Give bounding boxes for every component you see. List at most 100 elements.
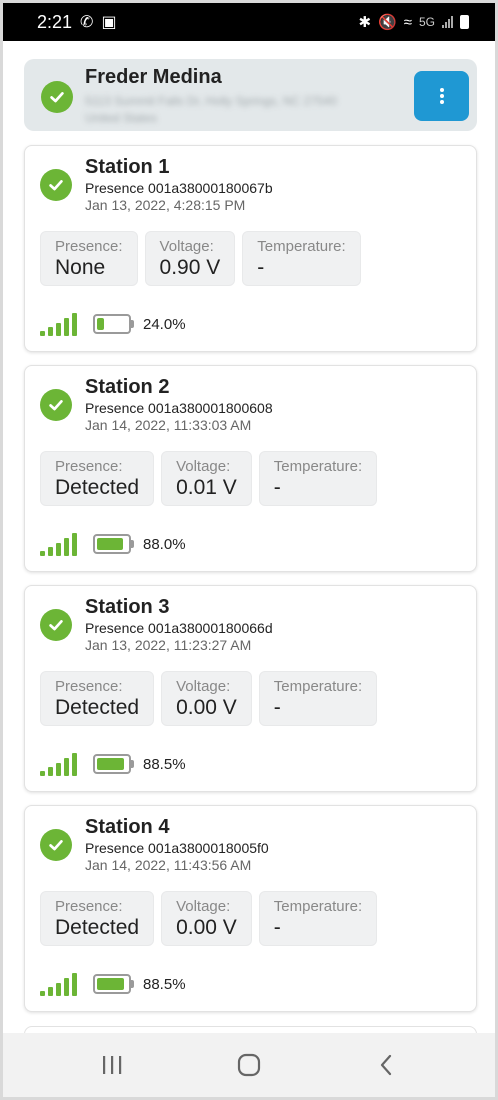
- readings-row: Presence: Detected Voltage: 0.00 V Temperatu…: [40, 671, 378, 726]
- reading-label: Presence:: [55, 238, 123, 255]
- back-icon: [381, 1054, 392, 1076]
- reading-value: Detected: [55, 476, 140, 499]
- phone-screen: 2:21 ✆ ▣ ✱ 🔇 ≈ 5G Freder Medina 5113 Sum…: [3, 3, 495, 1097]
- reading-box: Temperature: -: [258, 451, 378, 506]
- more-vertical-icon: [439, 88, 444, 104]
- station-footer: 24.0%: [40, 312, 186, 336]
- station-card[interactable]: Station 2 Presence 001a380001800608 Jan 14…: [24, 365, 477, 572]
- station-sensor-id: Presence 001a38000180066d: [85, 620, 273, 636]
- whatsapp-icon: ✆: [80, 14, 94, 31]
- battery-icon: [93, 754, 131, 774]
- more-options-button[interactable]: [414, 71, 469, 121]
- station-card[interactable]: Station 1 Presence 001a38000180067b Jan 13…: [24, 145, 477, 352]
- signal-strength-icon: [40, 972, 77, 996]
- station-sensor-id: Presence 001a380001800608: [85, 400, 273, 416]
- signal-strength-icon: [40, 312, 77, 336]
- reading-value: Detected: [55, 916, 140, 939]
- station-title: Station 2: [85, 376, 170, 398]
- station-footer: 88.5%: [40, 752, 186, 776]
- reading-box: Voltage: 0.00 V: [161, 671, 252, 726]
- battery-fill: [97, 758, 124, 770]
- gallery-icon: ▣: [101, 14, 117, 31]
- reading-box: Temperature: -: [242, 231, 361, 286]
- reading-label: Voltage:: [176, 898, 231, 915]
- station-title: Station 4: [85, 816, 170, 838]
- reading-value: None: [55, 256, 106, 279]
- reading-value: 0.90 V: [159, 256, 221, 279]
- check-circle-icon: [41, 81, 73, 113]
- recents-button[interactable]: [82, 1043, 142, 1087]
- station-title: Station 3: [85, 596, 170, 618]
- check-circle-icon: [40, 829, 72, 861]
- reading-label: Voltage:: [159, 238, 214, 255]
- reading-label: Voltage:: [176, 678, 231, 695]
- reading-box: Temperature: -: [258, 671, 378, 726]
- station-footer: 88.0%: [40, 532, 186, 556]
- reading-value: -: [273, 476, 281, 499]
- wifi-icon: ≈: [403, 13, 412, 31]
- battery-icon: [93, 534, 131, 554]
- readings-row: Presence: None Voltage: 0.90 V Temperature: -: [40, 231, 361, 286]
- reading-label: Temperature:: [257, 238, 346, 255]
- reading-value: -: [273, 916, 281, 939]
- home-button[interactable]: [219, 1043, 279, 1087]
- reading-label: Voltage:: [176, 458, 231, 475]
- back-button[interactable]: [356, 1043, 416, 1087]
- reading-label: Temperature:: [273, 678, 363, 695]
- battery-icon: [93, 974, 131, 994]
- status-bar: 2:21 ✆ ▣ ✱ 🔇 ≈ 5G: [3, 3, 495, 41]
- check-circle-icon: [40, 169, 72, 201]
- station-title: Station 1: [85, 156, 170, 178]
- reading-label: Temperature:: [273, 898, 363, 915]
- reading-value: 0.00 V: [176, 696, 237, 719]
- cell-signal-icon: [442, 16, 453, 28]
- status-battery-icon: [460, 15, 469, 29]
- user-header-card: Freder Medina 5113 Summit Falls Dr, Holl…: [24, 59, 477, 131]
- recents-icon: [102, 1056, 121, 1074]
- reading-box: Presence: Detected: [40, 671, 155, 726]
- bluetooth-icon: ✱: [358, 14, 372, 31]
- user-address: 5113 Summit Falls Dr, Holly Springs, NC …: [85, 94, 337, 125]
- battery-indicator: 88.0%: [93, 534, 186, 554]
- battery-indicator: 24.0%: [93, 314, 186, 334]
- battery-fill: [97, 978, 124, 990]
- reading-value: -: [257, 256, 265, 279]
- battery-fill: [97, 318, 105, 330]
- battery-percent: 88.5%: [143, 975, 186, 993]
- station-timestamp: Jan 13, 2022, 11:23:27 AM: [85, 637, 252, 653]
- readings-row: Presence: Detected Voltage: 0.01 V Temperatu…: [40, 451, 378, 506]
- reading-box: Presence: Detected: [40, 451, 155, 506]
- battery-fill: [97, 538, 124, 550]
- reading-box: Voltage: 0.90 V: [144, 231, 236, 286]
- station-card[interactable]: Station 4 Presence 001a3800018005f0 Jan 14…: [24, 805, 477, 1012]
- battery-icon: [93, 314, 131, 334]
- battery-percent: 24.0%: [143, 315, 186, 333]
- reading-value: 0.01 V: [176, 476, 237, 499]
- battery-percent: 88.5%: [143, 755, 186, 773]
- battery-indicator: 88.5%: [93, 974, 186, 994]
- station-sensor-id: Presence 001a3800018005f0: [85, 840, 269, 856]
- station-sensor-id: Presence 001a38000180067b: [85, 180, 273, 196]
- reading-label: Presence:: [55, 678, 123, 695]
- network-label: 5G: [418, 15, 435, 29]
- reading-label: Presence:: [55, 898, 123, 915]
- station-list[interactable]: Freder Medina 5113 Summit Falls Dr, Holl…: [3, 41, 495, 1033]
- check-circle-icon: [40, 389, 72, 421]
- station-timestamp: Jan 13, 2022, 4:28:15 PM: [85, 197, 246, 213]
- signal-strength-icon: [40, 752, 77, 776]
- reading-value: 0.00 V: [176, 916, 237, 939]
- station-timestamp: Jan 14, 2022, 11:43:56 AM: [85, 857, 252, 873]
- reading-box: Presence: Detected: [40, 891, 155, 946]
- reading-value: -: [273, 696, 281, 719]
- user-name: Freder Medina: [85, 66, 222, 88]
- station-footer: 88.5%: [40, 972, 186, 996]
- signal-strength-icon: [40, 532, 77, 556]
- station-card-partial[interactable]: [24, 1026, 477, 1033]
- battery-percent: 88.0%: [143, 535, 186, 553]
- mute-icon: 🔇: [378, 14, 397, 31]
- station-card[interactable]: Station 3 Presence 001a38000180066d Jan 13…: [24, 585, 477, 792]
- readings-row: Presence: Detected Voltage: 0.00 V Temperatu…: [40, 891, 378, 946]
- reading-box: Voltage: 0.00 V: [161, 891, 252, 946]
- reading-box: Temperature: -: [258, 891, 378, 946]
- status-time: 2:21: [37, 11, 73, 32]
